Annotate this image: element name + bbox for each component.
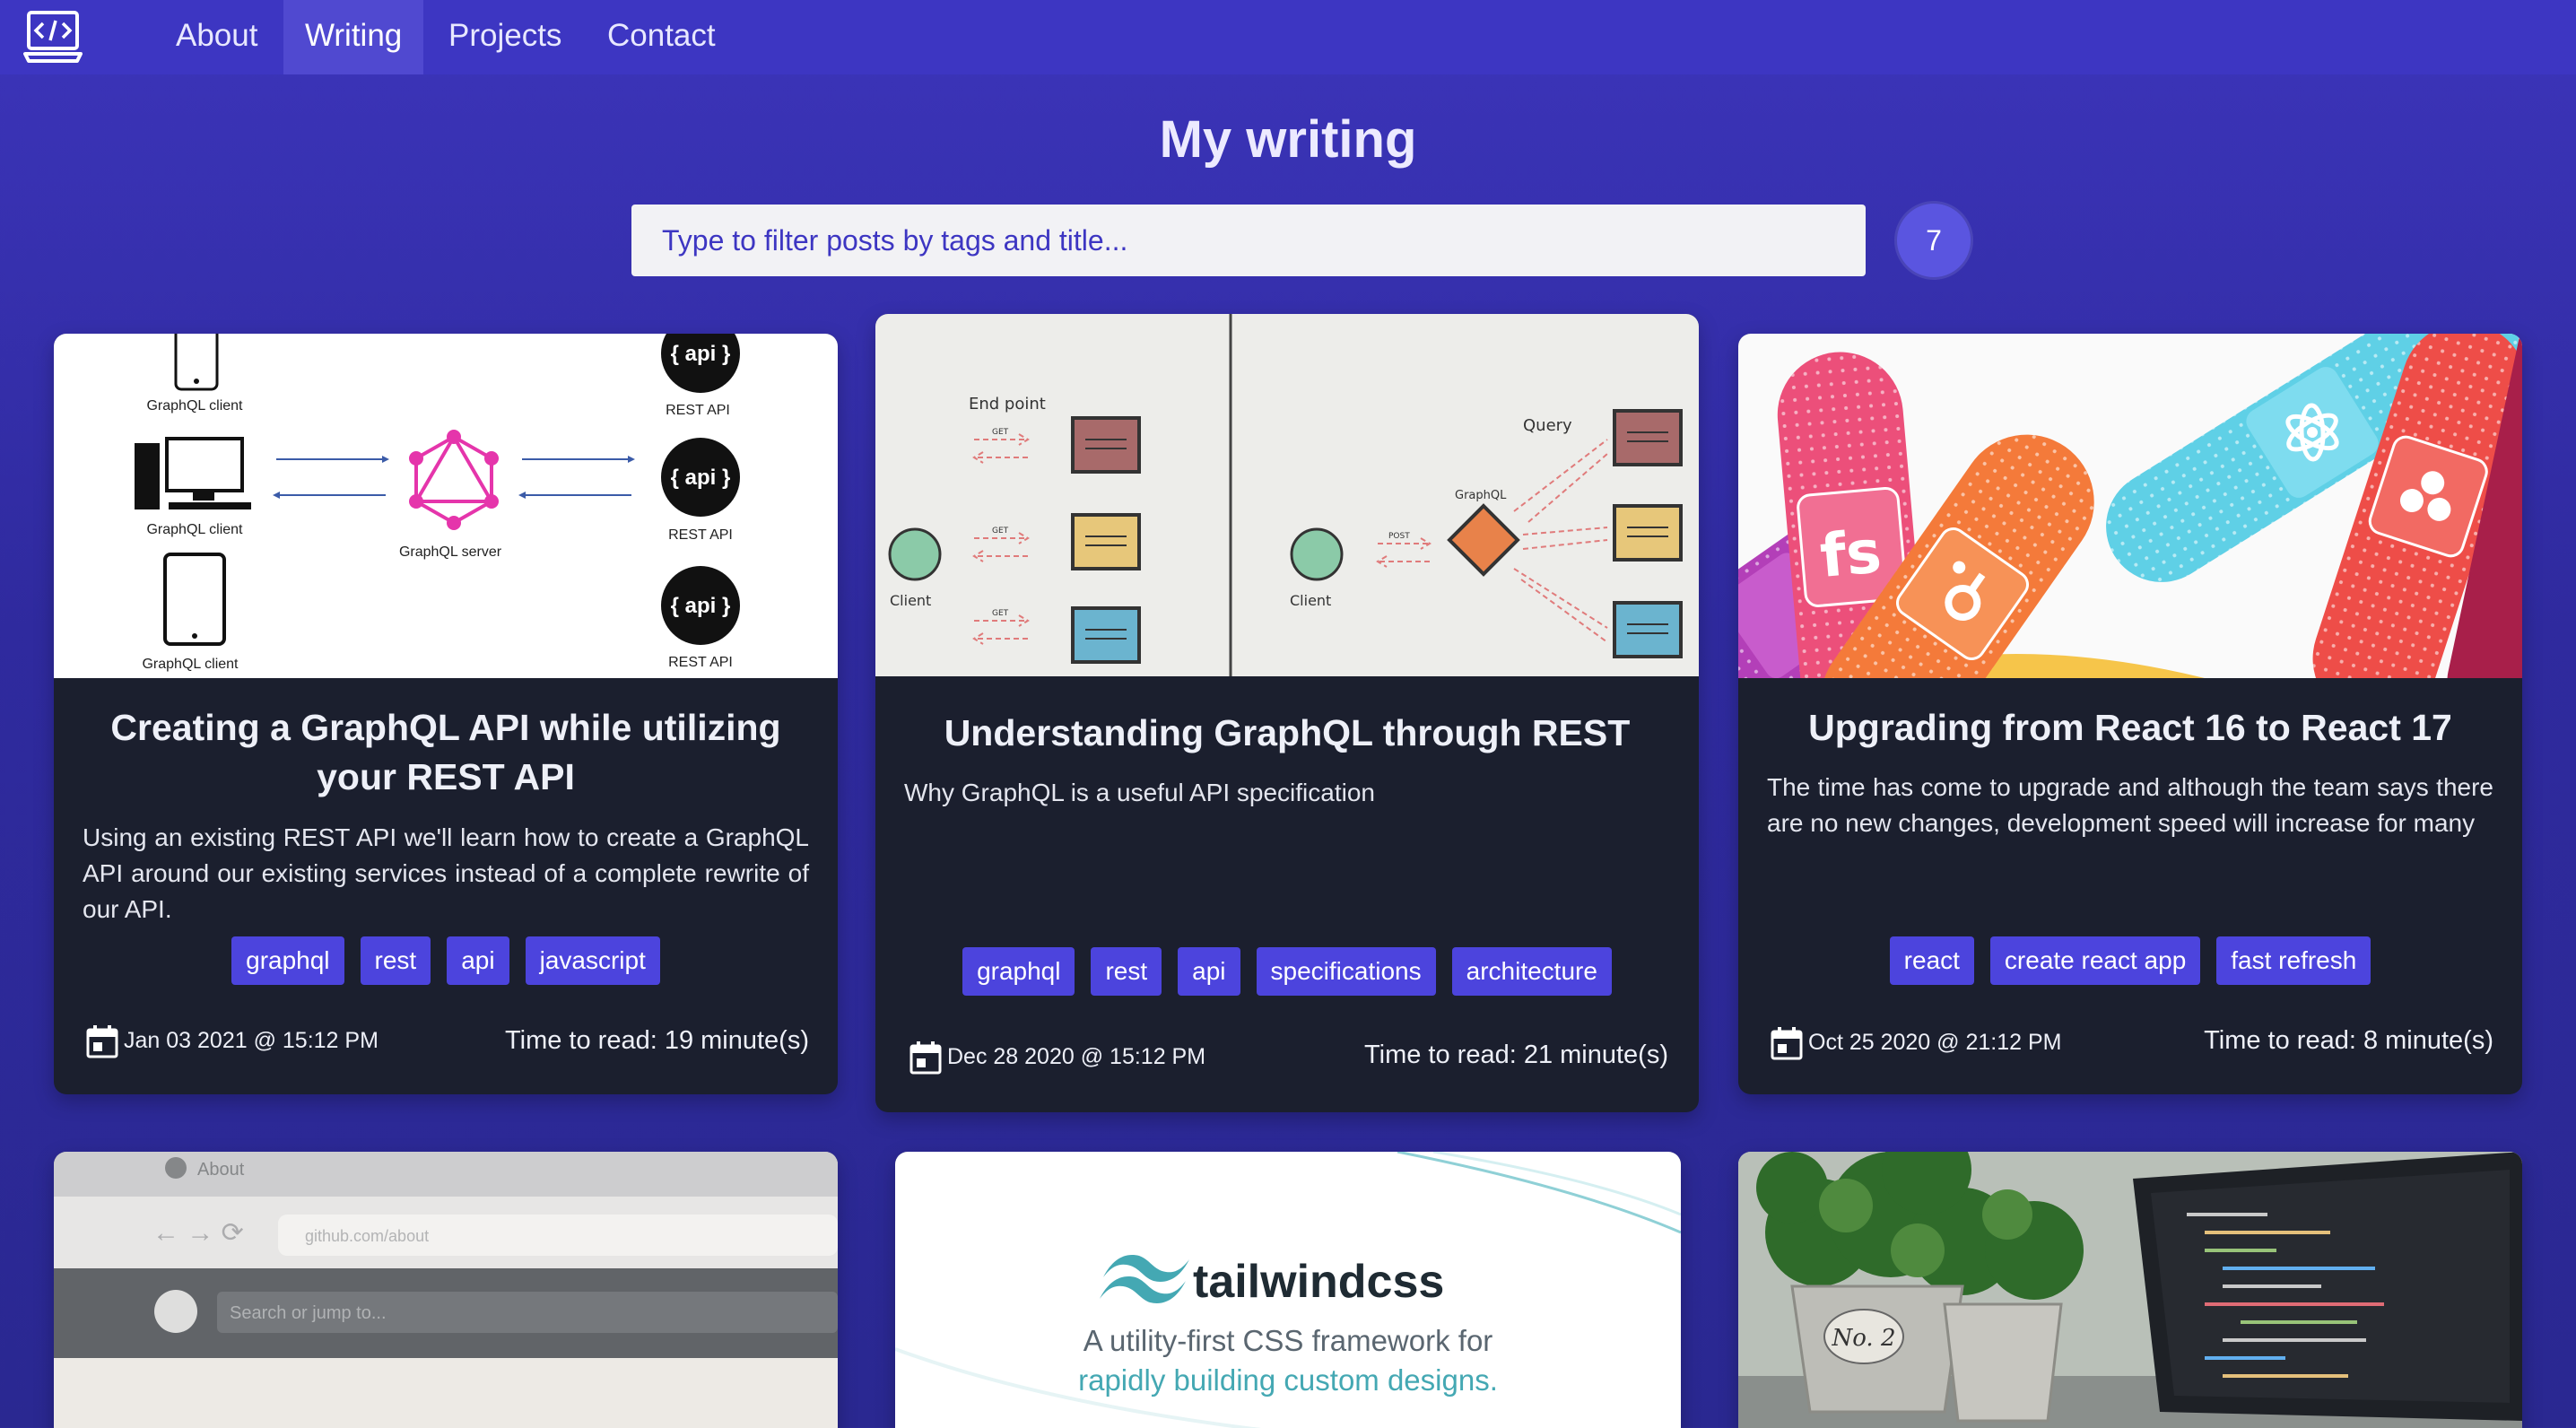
diagram-label: REST API	[666, 403, 730, 418]
nav-link-contact[interactable]: Contact	[586, 0, 737, 74]
tag-list: react create react app fast refresh	[1738, 936, 2522, 985]
tag-fast-refresh[interactable]: fast refresh	[2216, 936, 2371, 985]
post-description: The time has come to upgrade and althoug…	[1767, 773, 2493, 837]
tag-javascript[interactable]: javascript	[525, 936, 660, 985]
post-description: Using an existing REST API we'll learn h…	[83, 823, 809, 923]
post-card-graphql-api[interactable]: GraphQL client GraphQL client GraphQL cl…	[54, 334, 838, 1094]
post-card-github[interactable]: About ← → ⟳ github.com/about Search or j…	[54, 1152, 838, 1428]
diagram-label: { api }	[671, 594, 731, 618]
post-card-understanding-graphql[interactable]: End point Client GET GET GET Query Graph…	[875, 314, 1699, 1112]
diagram-label: REST API	[668, 527, 733, 543]
sketch-label: GET	[992, 527, 1009, 536]
post-card-react-upgrade[interactable]: fs Upgrading from React 16 to React 17 T…	[1738, 334, 2522, 1094]
graphql-architecture-diagram: GraphQL client GraphQL client GraphQL cl…	[135, 334, 740, 672]
post-count-badge: 7	[1894, 201, 1973, 280]
sketch-label: POST	[1388, 532, 1410, 541]
blurred-github-photo: About ← → ⟳ github.com/about Search or j…	[54, 1152, 838, 1428]
calendar-icon	[86, 1025, 118, 1058]
post-thumbnail: fs	[1738, 334, 2522, 678]
post-date: Jan 03 2021 @ 15:12 PM	[86, 1023, 379, 1058]
rest-vs-graphql-sketch: End point Client GET GET GET Query Graph…	[888, 314, 1683, 676]
tag-create-react-app[interactable]: create react app	[1989, 936, 2201, 985]
sketch-label: GraphQL	[1455, 489, 1507, 502]
sketch-label: End point	[969, 395, 1046, 414]
post-thumbnail: No. 2	[1738, 1152, 2522, 1428]
tag-specifications[interactable]: specifications	[1256, 947, 1436, 996]
tag-react[interactable]: react	[1889, 936, 1974, 985]
tailwind-brand: tailwindcss	[1193, 1256, 1444, 1308]
tag-api[interactable]: api	[447, 936, 509, 985]
post-title[interactable]: Creating a GraphQL API while utilizing y…	[72, 703, 820, 802]
read-time: Time to read: 19 minute(s)	[505, 1026, 809, 1055]
tailwind-banner: tailwindcss A utility-first CSS framewor…	[895, 1152, 1681, 1428]
sketch-label: GET	[992, 609, 1009, 618]
calendar-icon	[909, 1041, 942, 1075]
post-title[interactable]: Understanding GraphQL through REST	[893, 709, 1681, 758]
sketch-label: GET	[992, 428, 1009, 437]
post-date: Dec 28 2020 @ 15:12 PM	[909, 1039, 1205, 1075]
tag-rest[interactable]: rest	[360, 936, 431, 985]
diagram-label: REST API	[668, 655, 733, 670]
post-thumbnail: End point Client GET GET GET Query Graph…	[875, 314, 1699, 676]
nav-link-about[interactable]: About	[154, 0, 279, 74]
sketch-label: Client	[1290, 592, 1331, 609]
post-title[interactable]: Upgrading from React 16 to React 17	[1756, 703, 2504, 753]
post-card-tailwind[interactable]: tailwindcss A utility-first CSS framewor…	[895, 1152, 1681, 1428]
tag-list: graphql rest api specifications architecture	[875, 947, 1699, 996]
diagram-label: GraphQL client	[146, 398, 243, 414]
post-thumbnail: tailwindcss A utility-first CSS framewor…	[895, 1152, 1681, 1428]
post-date-text: Dec 28 2020 @ 15:12 PM	[947, 1044, 1206, 1069]
diagram-label: GraphQL client	[146, 522, 243, 537]
tailwind-tagline: A utility-first CSS framework for	[1083, 1324, 1493, 1357]
page-title: My writing	[1159, 110, 1417, 169]
nav-link-writing[interactable]: Writing	[283, 0, 424, 74]
post-thumbnail: GraphQL client GraphQL client GraphQL cl…	[54, 334, 838, 678]
code-laptop-icon[interactable]	[23, 9, 83, 65]
calendar-icon	[1771, 1027, 1803, 1060]
diagram-label: { api }	[671, 466, 731, 490]
laptop-plants-photo: No. 2	[1738, 1152, 2522, 1428]
diagram-label: { api }	[671, 342, 731, 366]
nav-link-projects[interactable]: Projects	[427, 0, 583, 74]
tag-graphql[interactable]: graphql	[962, 947, 1075, 996]
post-date: Oct 25 2020 @ 21:12 PM	[1771, 1024, 2061, 1060]
bandaid-illustration: fs	[1738, 334, 2522, 678]
post-date-text: Oct 25 2020 @ 21:12 PM	[1808, 1030, 2062, 1055]
tag-rest[interactable]: rest	[1091, 947, 1162, 996]
tag-list: graphql rest api javascript	[54, 936, 838, 985]
tag-api[interactable]: api	[1178, 947, 1240, 996]
post-date-text: Jan 03 2021 @ 15:12 PM	[124, 1028, 379, 1053]
post-description: Why GraphQL is a useful API specificatio…	[904, 779, 1375, 806]
post-thumbnail: About ← → ⟳ github.com/about Search or j…	[54, 1152, 838, 1428]
diagram-label: GraphQL client	[142, 657, 239, 672]
sketch-label: Client	[890, 592, 931, 609]
sketch-label: Query	[1523, 416, 1572, 435]
diagram-label: GraphQL server	[399, 544, 502, 560]
pot-label: No. 2	[1831, 1325, 1895, 1352]
tag-graphql[interactable]: graphql	[231, 936, 344, 985]
tailwind-logo-icon	[1100, 1255, 1189, 1303]
search-input[interactable]	[631, 205, 1866, 276]
post-card-laptop-plants[interactable]: No. 2	[1738, 1152, 2522, 1428]
read-time: Time to read: 21 minute(s)	[1364, 1041, 1668, 1069]
read-time: Time to read: 8 minute(s)	[2204, 1026, 2493, 1055]
top-nav: About Writing Projects Contact	[0, 0, 2576, 74]
tag-architecture[interactable]: architecture	[1451, 947, 1612, 996]
bandaid-label: fs	[1817, 517, 1884, 591]
tailwind-tagline: rapidly building custom designs.	[1078, 1363, 1498, 1397]
